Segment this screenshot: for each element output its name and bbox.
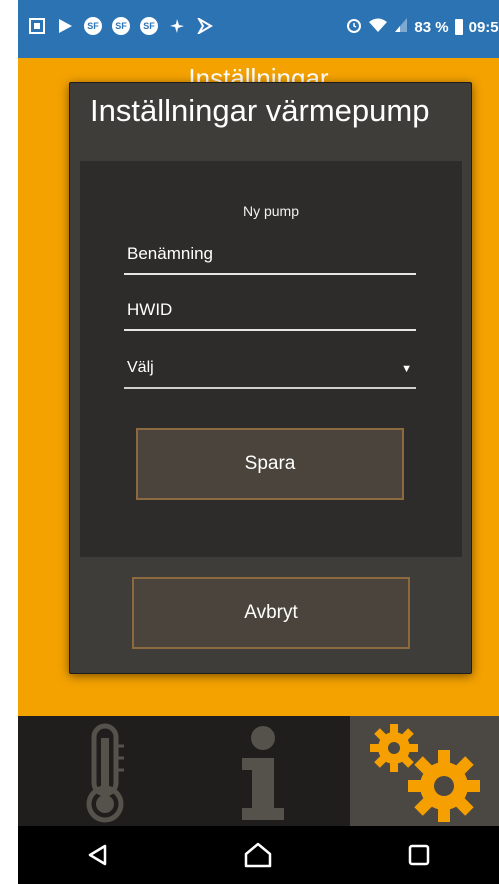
alarm-icon xyxy=(346,17,362,37)
hwid-field xyxy=(124,293,417,331)
back-button[interactable] xyxy=(68,826,128,884)
screenshot-icon xyxy=(28,17,46,35)
dropdown-arrow-icon: ▼ xyxy=(401,363,412,375)
battery-percent: 83 % xyxy=(414,18,449,36)
battery-icon xyxy=(454,19,463,35)
system-nav-bar xyxy=(18,826,499,884)
tab-temperature[interactable] xyxy=(18,716,184,826)
bottom-tab-bar xyxy=(18,716,499,826)
notification-icons: SF SF SF xyxy=(28,17,214,35)
back-icon xyxy=(88,844,107,866)
sf-icon: SF xyxy=(140,17,158,35)
flag-icon xyxy=(196,17,214,35)
save-button[interactable]: Spara xyxy=(136,428,404,500)
system-status: 83 % 09:59 xyxy=(346,17,499,37)
dialog-title: Inställningar värmepump xyxy=(90,93,430,128)
clock: 09:59 xyxy=(468,18,499,36)
status-bar: SF SF SF 83 % 09:59 xyxy=(18,0,499,58)
recents-icon xyxy=(408,844,430,866)
new-pump-form: Ny pump Välj ▼ Spara xyxy=(80,161,462,557)
wifi-icon xyxy=(368,17,388,37)
hwid-input[interactable] xyxy=(124,293,417,327)
signal-icon xyxy=(394,17,408,37)
home-button[interactable] xyxy=(228,826,288,884)
select-value: Välj xyxy=(127,359,154,376)
recents-button[interactable] xyxy=(389,826,449,884)
tab-settings[interactable] xyxy=(350,716,499,826)
tab-info[interactable] xyxy=(184,716,350,826)
info-icon xyxy=(242,726,284,820)
name-field xyxy=(124,237,417,275)
home-icon xyxy=(245,842,272,868)
settings-gears-icon xyxy=(370,724,480,822)
app-frame: SF SF SF 83 % 09:59 Inställnin xyxy=(18,0,499,884)
name-input[interactable] xyxy=(124,237,417,271)
settings-dialog: Inställningar värmepump Ny pump Välj ▼ S… xyxy=(69,82,472,674)
pump-type-select[interactable]: Välj ▼ xyxy=(124,351,416,389)
sf-icon: SF xyxy=(84,17,102,35)
sf-icon: SF xyxy=(112,17,130,35)
thermometer-icon xyxy=(86,723,124,823)
play-store-icon xyxy=(56,17,74,35)
form-title: Ny pump xyxy=(242,203,300,219)
fan-icon xyxy=(168,17,186,35)
cancel-button[interactable]: Avbryt xyxy=(132,577,410,649)
